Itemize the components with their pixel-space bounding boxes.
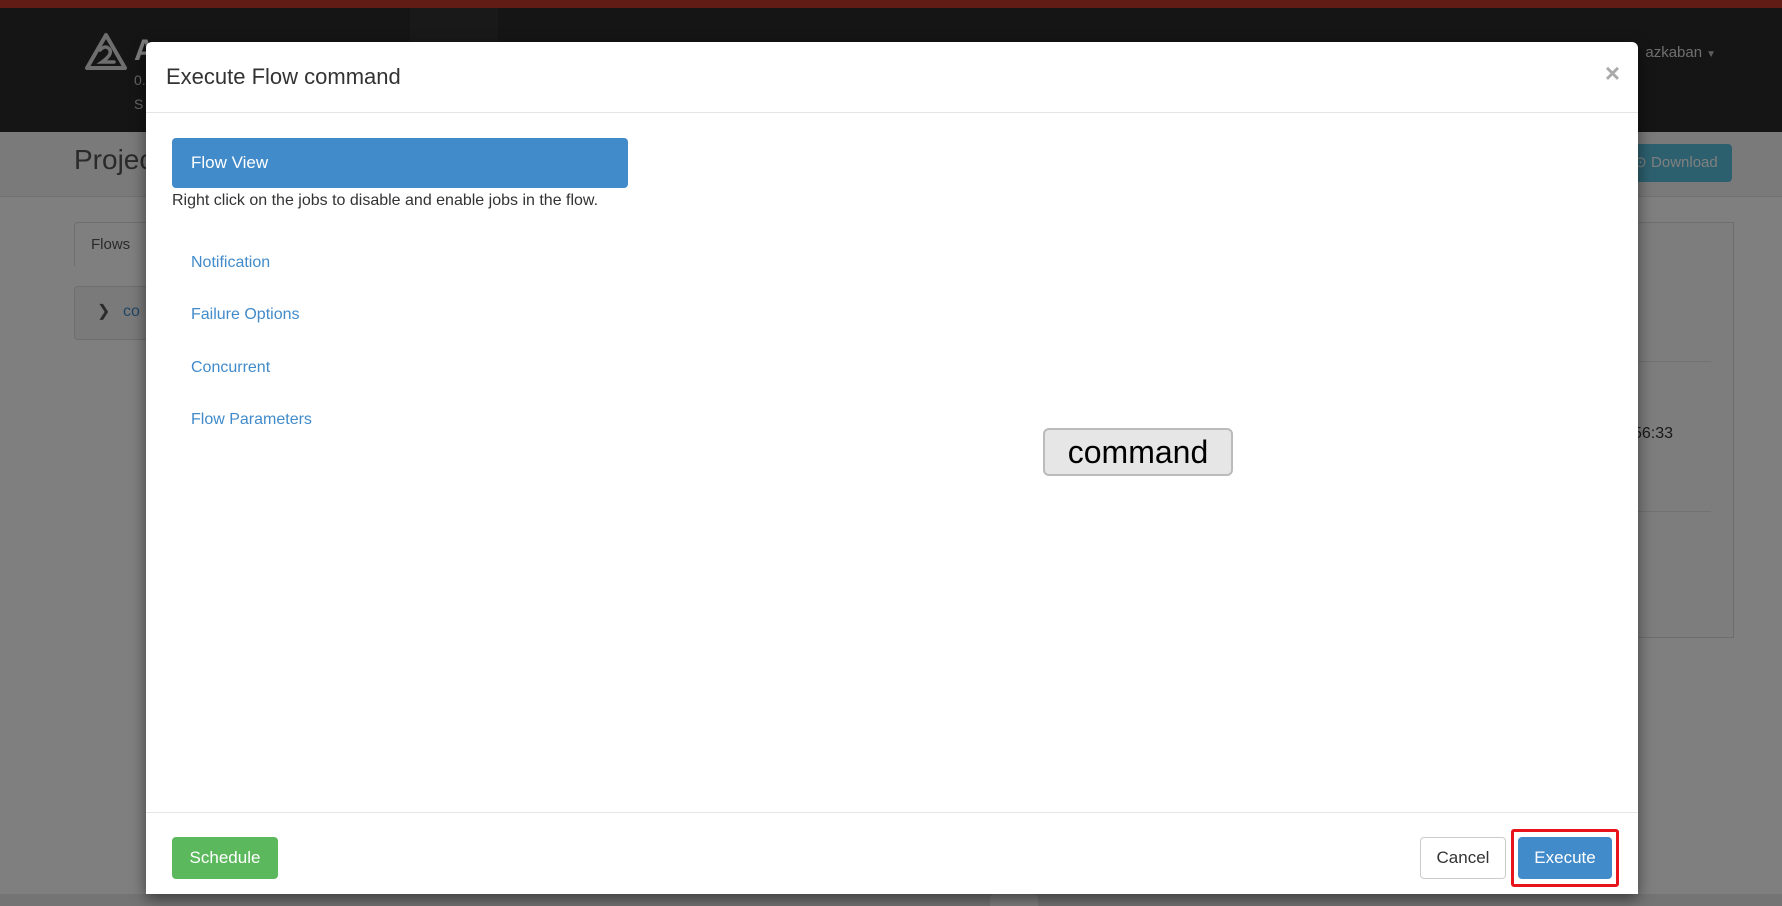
failure-options-link[interactable]: Failure Options	[191, 306, 300, 324]
notification-link[interactable]: Notification	[191, 254, 270, 272]
modal-header: Execute Flow command ×	[146, 42, 1638, 113]
modal-footer: Schedule Cancel Execute	[146, 812, 1638, 895]
flow-view-tab[interactable]: Flow View	[172, 138, 628, 188]
modal-title: Execute Flow command	[166, 64, 401, 89]
close-icon[interactable]: ×	[1605, 58, 1620, 89]
concurrent-link[interactable]: Concurrent	[191, 359, 270, 377]
flow-view-help-text: Right click on the jobs to disable and e…	[172, 192, 599, 209]
cancel-button[interactable]: Cancel	[1420, 837, 1506, 879]
execute-flow-modal: Execute Flow command × Flow View Right c…	[146, 42, 1638, 894]
schedule-button[interactable]: Schedule	[172, 837, 278, 879]
execute-button[interactable]: Execute	[1518, 837, 1612, 879]
graph-node-command[interactable]: command	[1043, 428, 1233, 476]
flow-parameters-link[interactable]: Flow Parameters	[191, 411, 312, 429]
